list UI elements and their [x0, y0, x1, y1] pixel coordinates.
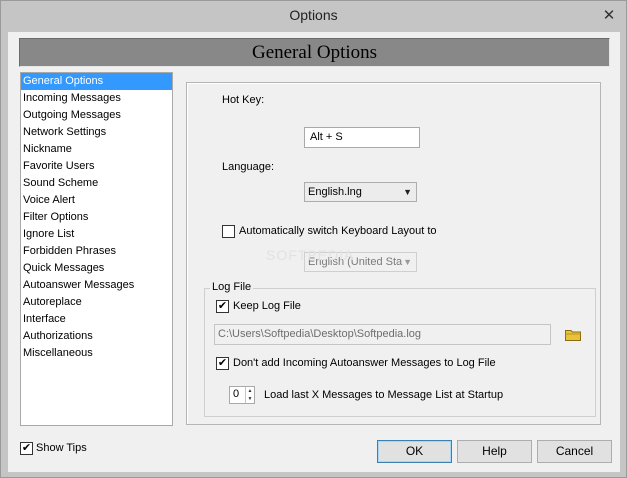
category-item[interactable]: Favorite Users: [21, 158, 172, 175]
category-item[interactable]: Voice Alert: [21, 192, 172, 209]
category-item[interactable]: Authorizations: [21, 328, 172, 345]
category-item[interactable]: Ignore List: [21, 226, 172, 243]
category-item[interactable]: Outgoing Messages: [21, 107, 172, 124]
chevron-down-icon: ▼: [403, 187, 412, 197]
cancel-button[interactable]: Cancel: [537, 440, 612, 463]
close-button[interactable]: ✕: [598, 6, 620, 26]
category-item[interactable]: Network Settings: [21, 124, 172, 141]
category-item[interactable]: Filter Options: [21, 209, 172, 226]
category-item[interactable]: Quick Messages: [21, 260, 172, 277]
section-header: General Options: [19, 38, 610, 67]
show-tips-checkbox[interactable]: ✔: [20, 442, 33, 455]
stepper-down-icon[interactable]: ▼: [246, 395, 254, 403]
checkmark-icon: ✔: [217, 357, 228, 369]
show-tips-label: Show Tips: [36, 442, 87, 454]
load-count-label: Load last X Messages to Message List at …: [264, 389, 504, 401]
keep-log-checkbox[interactable]: ✔: [216, 300, 229, 313]
checkmark-icon: ✔: [21, 442, 32, 454]
category-item[interactable]: Nickname: [21, 141, 172, 158]
language-select[interactable]: English.lng ▼: [304, 182, 417, 202]
chevron-down-icon: ▼: [403, 257, 412, 267]
category-item[interactable]: Sound Scheme: [21, 175, 172, 192]
section-title: General Options: [251, 42, 378, 63]
help-button[interactable]: Help: [457, 440, 532, 463]
load-count-stepper[interactable]: 0 ▲ ▼: [229, 386, 255, 404]
language-label: Language:: [222, 161, 274, 173]
stepper-up-icon[interactable]: ▲: [246, 387, 254, 395]
category-item[interactable]: Autoanswer Messages: [21, 277, 172, 294]
dont-add-autoanswer-checkbox[interactable]: ✔: [216, 357, 229, 370]
window-title: Options: [289, 7, 338, 23]
keep-log-label: Keep Log File: [233, 300, 301, 312]
auto-switch-checkbox[interactable]: [222, 225, 235, 238]
category-item[interactable]: Interface: [21, 311, 172, 328]
hotkey-input[interactable]: Alt + S: [304, 127, 420, 148]
log-path-field[interactable]: C:\Users\Softpedia\Desktop\Softpedia.log: [214, 324, 551, 345]
category-item[interactable]: Autoreplace: [21, 294, 172, 311]
dont-add-autoanswer-label: Don't add Incoming Autoanswer Messages t…: [233, 357, 496, 369]
folder-icon-glyph: [565, 330, 581, 341]
category-item[interactable]: General Options: [21, 73, 172, 90]
auto-switch-label: Automatically switch Keyboard Layout to: [239, 225, 437, 237]
category-list[interactable]: General Options Incoming Messages Outgoing…: [20, 72, 173, 426]
load-count-value: 0: [233, 388, 240, 400]
softpedia-watermark: SOFTPEDIA: [266, 247, 355, 263]
title-bar[interactable]: Options ✕: [1, 1, 626, 32]
log-file-group-title: Log File: [210, 281, 254, 293]
category-item[interactable]: Forbidden Phrases: [21, 243, 172, 260]
stepper-buttons: ▲ ▼: [245, 387, 254, 403]
options-window: Options ✕ General Options General Option…: [0, 0, 627, 478]
category-item[interactable]: Miscellaneous: [21, 345, 172, 362]
ok-button[interactable]: OK: [377, 440, 452, 463]
category-item[interactable]: Incoming Messages: [21, 90, 172, 107]
hotkey-label: Hot Key:: [222, 94, 265, 106]
dialog-client-area: General Options General Options Incoming …: [8, 32, 620, 472]
close-icon: ✕: [602, 7, 616, 24]
folder-icon[interactable]: [565, 329, 581, 341]
checkmark-icon: ✔: [217, 300, 228, 312]
language-select-value: English.lng: [308, 186, 362, 198]
